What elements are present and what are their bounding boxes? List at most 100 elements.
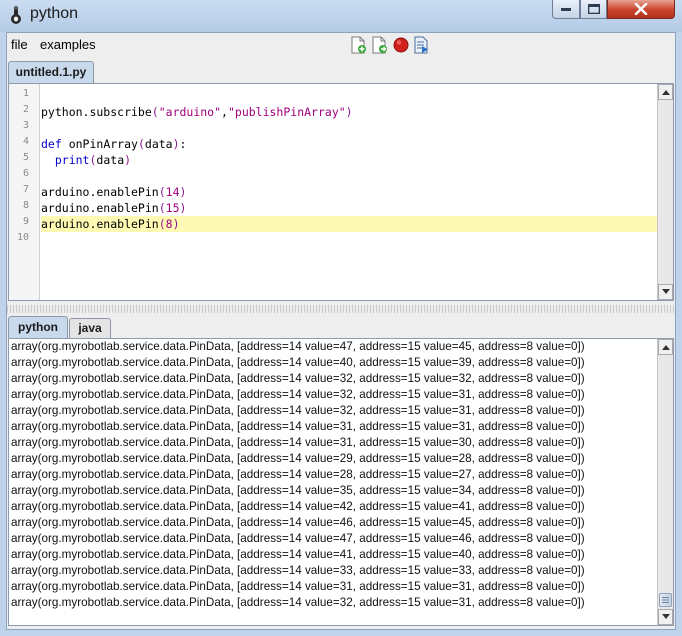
code-line[interactable] <box>41 232 657 248</box>
minimize-button[interactable] <box>552 0 580 19</box>
code-token: 15 <box>165 201 180 215</box>
stop-icon <box>393 37 409 53</box>
maximize-icon <box>587 4 600 14</box>
line-number: 3 <box>22 120 29 131</box>
line-number: 2 <box>22 104 29 115</box>
stop-button[interactable] <box>392 36 410 54</box>
code-line[interactable]: arduino.enablePin(15) <box>41 200 657 216</box>
console-line: array(org.myrobotlab.service.data.PinDat… <box>11 548 585 561</box>
console-line: array(org.myrobotlab.service.data.PinDat… <box>11 436 585 449</box>
line-number: 4 <box>22 136 29 147</box>
console-line: array(org.myrobotlab.service.data.PinDat… <box>11 452 585 465</box>
scroll-thumb[interactable] <box>659 593 672 607</box>
line-number: 1 <box>22 88 29 99</box>
scroll-up-button[interactable] <box>658 84 673 100</box>
code-token: data <box>144 137 173 151</box>
run-script-button[interactable] <box>413 36 431 54</box>
editor-scrollbar[interactable] <box>657 84 673 300</box>
code-token: ) <box>345 105 353 119</box>
code-editor[interactable]: 1 2 3 4 5 6 7 8 9 10 python.subscribe("arduino","… <box>8 83 674 301</box>
code-token: ( <box>151 105 159 119</box>
code-token: ) <box>179 185 187 199</box>
code-token: ) <box>124 153 132 167</box>
code-token: ( <box>158 217 166 231</box>
arrow-up-icon <box>662 90 670 95</box>
code-token: python.subscribe <box>41 105 152 119</box>
code-token: ) <box>172 137 180 151</box>
code-token: 8 <box>165 217 173 231</box>
scroll-up-button[interactable] <box>658 339 673 355</box>
code-line[interactable]: python.subscribe("arduino","publishPinAr… <box>41 104 657 120</box>
title-bar: python <box>0 0 682 32</box>
line-number: 9 <box>22 216 29 227</box>
code-line[interactable]: arduino.enablePin(8) <box>41 216 657 232</box>
tab-label: untitled.1.py <box>15 65 87 79</box>
maximize-button[interactable] <box>580 0 607 19</box>
main-panel: file examples untitled.1.py 1 2 3 4 5 6 … <box>6 32 676 630</box>
code-token: "publishPinArray" <box>227 105 346 119</box>
console-line: array(org.myrobotlab.service.data.PinDat… <box>11 564 585 577</box>
open-script-icon <box>372 36 387 54</box>
code-token: ) <box>179 201 187 215</box>
console-line: array(org.myrobotlab.service.data.PinDat… <box>11 500 585 513</box>
console-line: array(org.myrobotlab.service.data.PinDat… <box>11 340 585 353</box>
code-token: ( <box>158 185 166 199</box>
close-icon <box>634 3 648 15</box>
console-line: array(org.myrobotlab.service.data.PinDat… <box>11 420 585 433</box>
line-number: 5 <box>22 152 29 163</box>
console-scrollbar[interactable] <box>657 339 673 625</box>
code-token: def <box>41 137 62 151</box>
split-pane-divider[interactable] <box>7 305 675 313</box>
run-script-icon <box>414 36 428 54</box>
scroll-down-button[interactable] <box>658 609 673 625</box>
window-title: python <box>30 5 79 22</box>
console-line: array(org.myrobotlab.service.data.PinDat… <box>11 580 585 593</box>
close-button[interactable] <box>607 0 675 19</box>
minimize-icon <box>561 8 571 11</box>
open-script-button[interactable] <box>371 36 389 54</box>
code-token: ( <box>158 201 166 215</box>
console-output[interactable]: array(org.myrobotlab.service.data.PinDat… <box>8 338 674 626</box>
code-line[interactable] <box>41 120 657 136</box>
console-line: array(org.myrobotlab.service.data.PinDat… <box>11 596 585 609</box>
new-script-button[interactable] <box>350 36 368 54</box>
code-line[interactable] <box>41 168 657 184</box>
line-number: 7 <box>22 184 29 195</box>
arrow-up-icon <box>662 345 670 350</box>
code-token: ( <box>137 137 145 151</box>
tab-python[interactable]: python <box>8 316 68 338</box>
code-line[interactable]: def onPinArray(data): <box>41 136 657 152</box>
code-line[interactable]: print(data) <box>41 152 657 168</box>
console-line: array(org.myrobotlab.service.data.PinDat… <box>11 356 585 369</box>
arrow-down-icon <box>662 289 670 294</box>
arrow-down-icon <box>662 614 670 619</box>
code-token: : <box>179 137 187 151</box>
line-number: 6 <box>22 168 29 179</box>
menu-examples[interactable]: examples <box>40 37 96 52</box>
scroll-down-button[interactable] <box>658 284 673 300</box>
console-line: array(org.myrobotlab.service.data.PinDat… <box>11 404 585 417</box>
code-token: , <box>221 105 228 119</box>
tab-untitled-1-py[interactable]: untitled.1.py <box>8 61 94 83</box>
code-line[interactable]: arduino.enablePin(14) <box>41 184 657 200</box>
line-number: 8 <box>22 200 29 211</box>
tab-label: java <box>78 321 102 335</box>
console-line: array(org.myrobotlab.service.data.PinDat… <box>11 516 585 529</box>
code-token: arduino.enablePin <box>41 201 159 215</box>
line-number-gutter: 1 2 3 4 5 6 7 8 9 10 <box>9 84 40 300</box>
tab-java[interactable]: java <box>69 318 111 338</box>
menu-bar: file examples <box>7 33 675 57</box>
code-token: ) <box>172 217 180 231</box>
console-line: array(org.myrobotlab.service.data.PinDat… <box>11 372 585 385</box>
menu-file[interactable]: file <box>11 37 28 52</box>
console-line: array(org.myrobotlab.service.data.PinDat… <box>11 388 585 401</box>
grip-icon <box>662 597 669 603</box>
console-line: array(org.myrobotlab.service.data.PinDat… <box>11 532 585 545</box>
code-line[interactable] <box>41 88 657 104</box>
line-number: 10 <box>16 232 29 243</box>
code-token: "arduino" <box>158 105 222 119</box>
code-token: data <box>96 153 125 167</box>
tab-label: python <box>18 320 58 334</box>
console-line: array(org.myrobotlab.service.data.PinDat… <box>11 468 585 481</box>
